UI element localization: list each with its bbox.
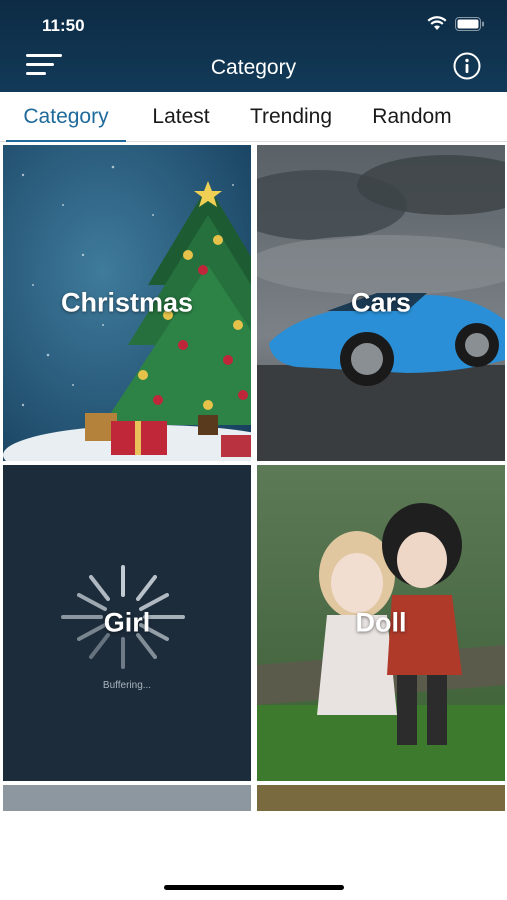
tab-random[interactable]: Random	[352, 92, 472, 142]
wifi-icon	[427, 16, 447, 30]
home-indicator[interactable]	[164, 885, 344, 890]
page-title: Category	[210, 56, 297, 79]
tab-label: Category	[23, 105, 109, 128]
category-tile-doll[interactable]: Doll	[257, 465, 505, 781]
tab-label: Random	[372, 105, 452, 128]
buffering-text: Buffering...	[102, 680, 152, 691]
info-icon[interactable]	[453, 52, 481, 80]
category-tile-christmas[interactable]: Christmas	[3, 145, 251, 461]
category-label: Girl	[103, 607, 151, 638]
category-tile-partial[interactable]	[3, 785, 251, 811]
tab-label: Trending	[249, 105, 333, 128]
category-tile-girl[interactable]: Girl Buffering...	[3, 465, 251, 781]
tab-category[interactable]: Category	[0, 92, 132, 142]
status-icons	[427, 16, 485, 31]
tab-bar: Category Latest Trending Random	[0, 92, 507, 142]
app-header: 11:50 Category	[0, 0, 507, 92]
category-label: Cars	[350, 287, 412, 318]
category-tile-partial[interactable]	[257, 785, 505, 811]
tab-latest[interactable]: Latest	[132, 92, 230, 142]
tab-label: Latest	[152, 105, 210, 128]
category-tile-cars[interactable]: Cars	[257, 145, 505, 461]
battery-icon	[455, 16, 484, 31]
tab-trending[interactable]: Trending	[230, 92, 352, 142]
category-label: Doll	[355, 607, 407, 638]
category-label: Christmas	[60, 287, 194, 318]
status-time: 11:50	[42, 16, 85, 35]
